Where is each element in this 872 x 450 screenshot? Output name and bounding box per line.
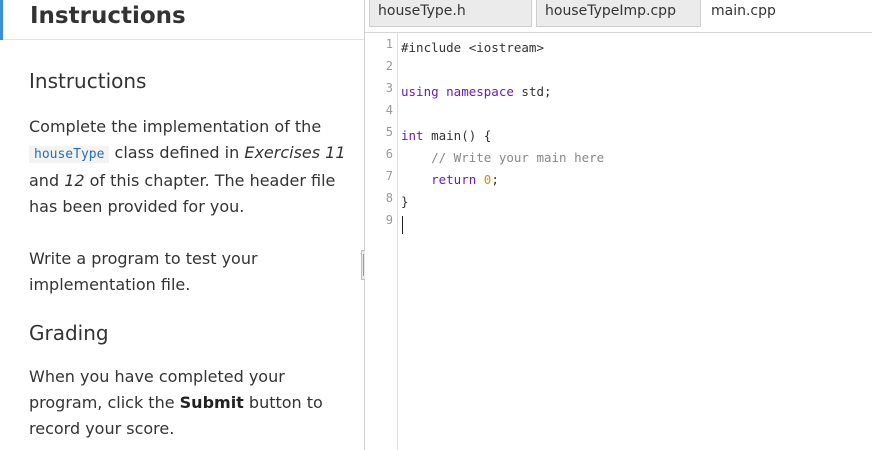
grading-paragraph: When you have completed your program, cl… — [29, 364, 349, 442]
keyword: int — [401, 128, 424, 143]
line-number: 6 — [385, 147, 393, 161]
code-line: return 0; — [401, 169, 604, 191]
code-lines[interactable]: #include <iostream> using namespace std;… — [401, 37, 604, 235]
code-text: } — [401, 194, 409, 209]
line-number: 3 — [385, 81, 393, 95]
code-line: int main() { — [401, 125, 604, 147]
emphasis-12: 12 — [64, 171, 85, 190]
line-number: 2 — [385, 59, 393, 73]
grading-heading: Grading — [29, 321, 109, 345]
keyword: return — [431, 172, 477, 187]
instructions-paragraph: Complete the implementation of the house… — [29, 114, 349, 220]
code-line: using namespace std; — [401, 81, 604, 103]
file-tab-bar: houseType.h houseTypeImp.cpp main.cpp — [365, 0, 872, 33]
instructions-content: Instructions Complete the implementation… — [29, 66, 349, 442]
comment: // Write your main here — [431, 150, 605, 165]
line-number: 7 — [385, 169, 393, 183]
text-cursor — [402, 215, 403, 234]
text: class defined in — [109, 143, 245, 162]
text: Complete the implementation of the — [29, 117, 322, 136]
code-editor[interactable]: 1 2 3 4 5 6 7 8 9 #include <iostream> us… — [365, 33, 872, 450]
line-number: 5 — [385, 125, 393, 139]
line-number: 4 — [385, 103, 393, 117]
code-text: std; — [513, 84, 552, 99]
instructions-heading: Instructions — [29, 69, 147, 93]
test-paragraph: Write a program to test your implementat… — [29, 249, 258, 294]
tab-housetype-h[interactable]: houseType.h — [369, 0, 532, 27]
header-accent-bar — [0, 0, 3, 40]
line-number-gutter: 1 2 3 4 5 6 7 8 9 — [365, 33, 398, 450]
instructions-panel: Instructions Instructions Complete the i… — [0, 0, 364, 450]
tab-main-cpp[interactable]: main.cpp — [703, 0, 872, 32]
line-number: 8 — [385, 191, 393, 205]
line-number: 1 — [385, 37, 393, 51]
code-line: } — [401, 191, 604, 213]
emphasis-exercises: Exercises 11 — [244, 143, 346, 162]
code-line: #include <iostream> — [401, 37, 604, 59]
inline-code-housetype: houseType — [29, 146, 110, 163]
code-text: ; — [491, 172, 499, 187]
code-text: #include <iostream> — [401, 40, 544, 55]
line-number: 9 — [385, 213, 393, 227]
code-line — [401, 213, 604, 235]
keyword: using namespace — [401, 84, 514, 99]
tab-housetypeimp-cpp[interactable]: houseTypeImp.cpp — [536, 0, 701, 27]
panel-title: Instructions — [30, 3, 186, 29]
submit-label: Submit — [179, 393, 244, 412]
text: and — [29, 171, 65, 190]
panel-header: Instructions — [0, 0, 364, 40]
code-text: main() { — [423, 128, 492, 143]
code-line: // Write your main here — [401, 147, 604, 169]
